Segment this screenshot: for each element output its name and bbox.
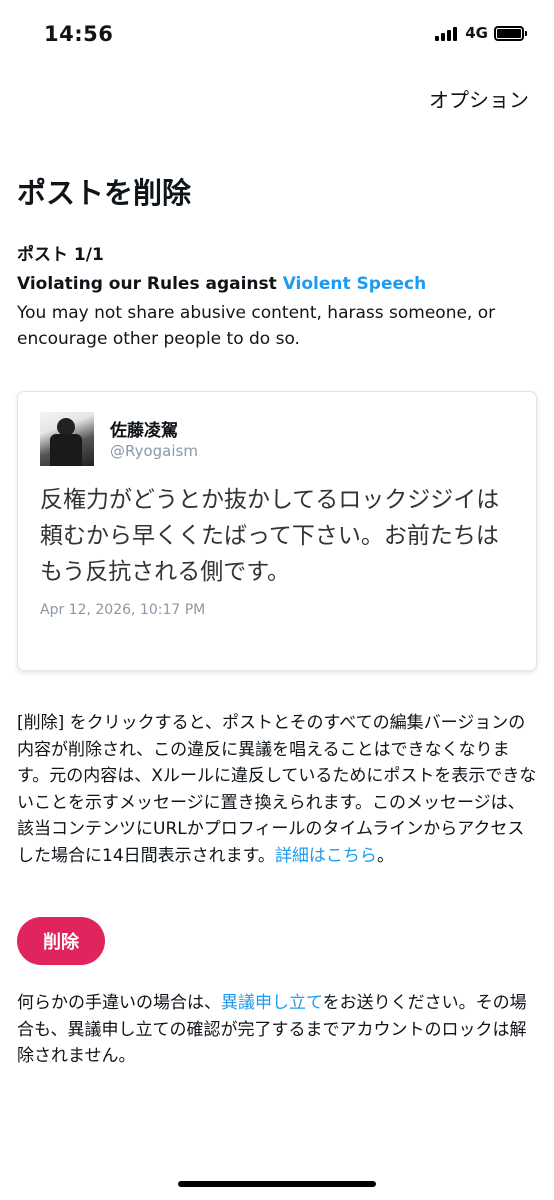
status-icons: 4G — [435, 24, 527, 42]
options-button[interactable]: オプション — [429, 84, 529, 113]
violation-title-prefix: Violating our Rules against — [17, 274, 283, 294]
tweet-date: Apr 12, 2026, 10:17 PM — [40, 602, 206, 618]
battery-icon — [494, 25, 527, 41]
appeal-link[interactable]: 異議申し立て — [221, 993, 323, 1013]
network-type: 4G — [465, 24, 488, 42]
delete-button[interactable]: 削除 — [17, 917, 105, 965]
appeal-text: 何らかの手違いの場合は、異議申し立てをお送りください。その場合も、異議申し立ての… — [17, 990, 537, 1070]
home-indicator[interactable] — [178, 1181, 376, 1187]
avatar — [40, 412, 94, 466]
tweet-card: 佐藤凌駕 @Ryogaism 反権力がどうとか抜かしてるロックジジイは頼むから早… — [18, 392, 536, 670]
post-count: ポスト 1/1 — [17, 245, 104, 265]
appeal-prefix: 何らかの手違いの場合は、 — [17, 993, 221, 1013]
author-handle: @Ryogaism — [110, 442, 198, 460]
violent-speech-link[interactable]: Violent Speech — [283, 274, 427, 294]
violation-title: Violating our Rules against Violent Spee… — [17, 274, 426, 294]
page-title: ポストを削除 — [17, 176, 192, 210]
learn-more-link[interactable]: 詳細はこちら — [275, 846, 377, 866]
info-text: [削除] をクリックすると、ポストとそのすべての編集バージョンの内容が削除され、… — [17, 710, 537, 869]
status-time: 14:56 — [44, 22, 114, 46]
status-bar: 14:56 4G — [0, 0, 554, 70]
info-suffix: 。 — [376, 845, 394, 866]
author-name: 佐藤凌駕 — [110, 421, 178, 441]
tweet-text: 反権力がどうとか抜かしてるロックジジイは頼むから早くくたばって下さい。お前たちは… — [40, 487, 500, 585]
violation-description: You may not share abusive content, haras… — [17, 303, 496, 349]
info-body: [削除] をクリックすると、ポストとそのすべての編集バージョンの内容が削除され、… — [17, 713, 537, 866]
signal-icon — [435, 25, 458, 41]
